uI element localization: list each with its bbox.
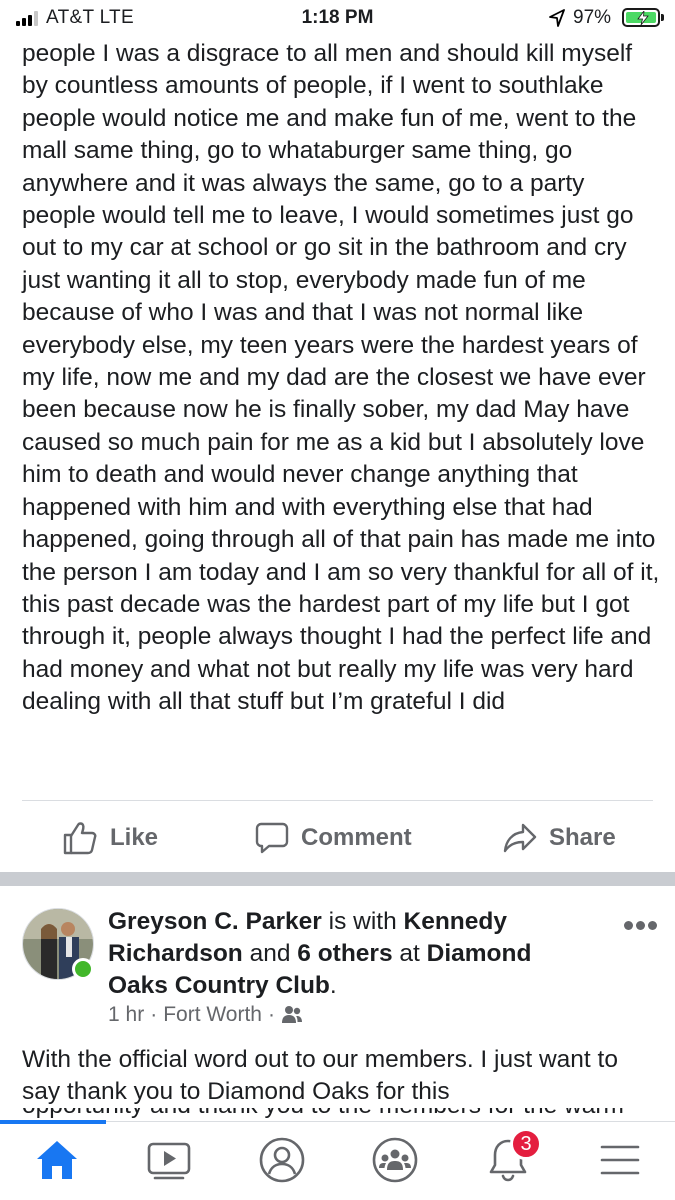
friends-audience-icon[interactable] [281,1005,303,1025]
author-name[interactable]: Greyson C. Parker [108,908,322,935]
is-with-text: is with [321,908,404,935]
tab-watch[interactable] [141,1133,197,1187]
tab-profile[interactable] [254,1133,310,1187]
meta-separator: · [150,1003,158,1026]
comment-label: Comment [301,824,412,851]
battery-charging-icon [622,8,660,27]
status-bar: AT&T LTE 1:18 PM 97% [0,0,675,36]
share-arrow-icon [503,823,537,853]
like-label: Like [110,824,159,851]
post2-body-cut-line: opportunity and thank you to the members… [22,1108,662,1122]
battery-percent: 97% [573,7,612,28]
active-tab-indicator [0,1120,106,1124]
meta-separator-2: · [267,1003,275,1026]
share-label: Share [549,824,616,851]
video-play-icon [147,1142,191,1180]
and-text: and [242,940,298,967]
comment-button[interactable]: Comment [255,810,412,866]
post-divider [22,800,653,801]
bottom-tab-bar [0,1121,675,1200]
location-arrow-icon [549,9,565,27]
post2-body-cut-text: opportunity and thank you to the members… [22,1108,662,1122]
post-header: Greyson C. Parker is with Kennedy Richar… [108,906,568,1002]
home-icon [37,1141,77,1179]
profile-icon [259,1137,305,1183]
share-button[interactable]: Share [503,810,616,866]
online-status-dot [72,958,94,980]
comment-icon [255,822,289,854]
period-text: . [329,972,337,999]
groups-icon [372,1137,418,1183]
notification-count-badge: 3 [510,1128,542,1160]
tagged-others[interactable]: 6 others [297,940,392,967]
post-body-text: people I was a disgrace to all men and s… [22,40,660,716]
thumbs-up-icon [63,822,97,855]
more-options-icon[interactable] [624,921,658,933]
feed-separator [0,872,675,886]
post-actions: Like Comment Share [0,810,675,866]
post2-body-text: With the official word out to our member… [22,1046,618,1106]
like-button[interactable]: Like [62,810,158,866]
at-text: at [392,940,427,967]
tab-groups[interactable] [367,1133,423,1187]
post-time[interactable]: 1 hr [108,1003,144,1027]
hamburger-menu-icon [600,1145,640,1175]
battery-tip [661,14,664,21]
tab-menu[interactable] [592,1133,648,1187]
post-meta: 1 hr · Fort Worth · [108,1003,303,1027]
post-location[interactable]: Fort Worth [163,1003,262,1027]
tab-home[interactable] [29,1133,85,1187]
